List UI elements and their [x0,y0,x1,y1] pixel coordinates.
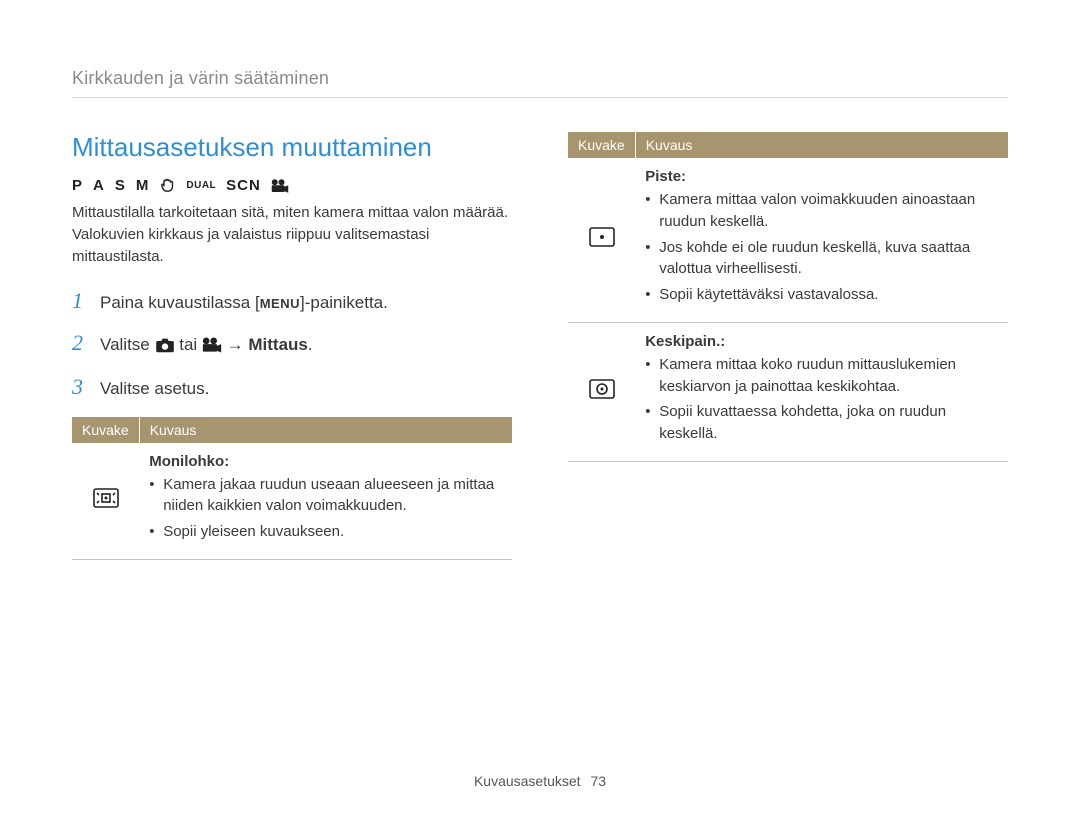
cell-desc: Piste: Kamera mittaa valon voimakkuuden … [635,158,1008,322]
step-3: 3 Valitse asetus. [72,371,512,403]
list-item: Sopii yleiseen kuvaukseen. [149,521,502,543]
arrow-icon: → [227,335,249,354]
footer-section: Kuvausasetukset [474,773,581,789]
col-icon: Kuvake [568,132,635,158]
step-1-b: ]-painiketta. [300,293,388,312]
movie-icon [271,179,289,193]
mode-s: S [115,177,126,194]
mode-dual: DUAL [186,180,216,191]
step-2-a: Valitse [100,335,155,354]
step-2-b: tai [179,335,202,354]
list-item: Sopii kuvattaessa kohdetta, joka on ruud… [645,401,998,445]
step-2: 2 Valitse tai → Mittaus. [72,327,512,361]
mode-a: A [93,177,105,194]
step-number: 1 [72,285,88,317]
step-2-d: . [308,335,313,354]
step-number: 3 [72,371,88,403]
breadcrumb: Kirkkauden ja värin säätäminen [72,68,1008,98]
mode-m: M [136,177,150,194]
list-item: Kamera mittaa valon voimakkuuden ainoast… [645,189,998,233]
right-column: Kuvake Kuvaus Piste: Kamera mi [568,132,1008,560]
step-text: Paina kuvaustilassa [MENU]-painiketta. [100,291,512,316]
col-desc: Kuvaus [139,417,512,443]
page-title: Mittausasetuksen muuttaminen [72,132,512,163]
table-row: Monilohko: Kamera jakaa ruudun useaan al… [72,443,512,560]
movie-icon [202,336,222,361]
metering-multi-icon [72,443,139,560]
hand-icon [159,177,176,194]
camera-icon [155,336,175,361]
metering-spot-icon [568,158,635,322]
list-item: Sopii käytettäväksi vastavalossa. [645,284,998,306]
step-text: Valitse asetus. [100,377,512,402]
table-row: Keskipain.: Kamera mittaa koko ruudun mi… [568,322,1008,461]
intro-paragraph: Mittaustilalla tarkoitetaan sitä, miten … [72,202,512,267]
table-row: Piste: Kamera mittaa valon voimakkuuden … [568,158,1008,322]
row-title: Piste: [645,168,998,185]
page-footer: Kuvausasetukset 73 [0,773,1080,789]
mode-p: P [72,177,83,194]
bullet-list: Kamera mittaa valon voimakkuuden ainoast… [645,189,998,306]
metering-table-right: Kuvake Kuvaus Piste: Kamera mi [568,132,1008,462]
page-number: 73 [590,773,606,789]
col-desc: Kuvaus [635,132,1008,158]
step-number: 2 [72,327,88,359]
list-item: Kamera mittaa koko ruudun mittauslukemie… [645,354,998,398]
cell-desc: Monilohko: Kamera jakaa ruudun useaan al… [139,443,512,560]
menu-label: MENU [260,295,300,314]
row-title: Monilohko: [149,453,502,470]
mode-scn: SCN [226,177,261,194]
list-item: Kamera jakaa ruudun useaan alueeseen ja … [149,474,502,518]
cell-desc: Keskipain.: Kamera mittaa koko ruudun mi… [635,322,1008,461]
step-1: 1 Paina kuvaustilassa [MENU]-painiketta. [72,285,512,317]
step-2-target: Mittaus [248,335,308,354]
content-columns: Mittausasetuksen muuttaminen P A S M DUA… [72,132,1008,560]
metering-table-left: Kuvake Kuvaus Monilohko: [72,417,512,560]
bullet-list: Kamera jakaa ruudun useaan alueeseen ja … [149,474,502,543]
steps-list: 1 Paina kuvaustilassa [MENU]-painiketta.… [72,285,512,402]
col-icon: Kuvake [72,417,139,443]
left-column: Mittausasetuksen muuttaminen P A S M DUA… [72,132,512,560]
mode-row: P A S M DUAL SCN [72,177,512,194]
list-item: Jos kohde ei ole ruudun keskellä, kuva s… [645,237,998,281]
step-1-a: Paina kuvaustilassa [ [100,293,260,312]
metering-center-icon [568,322,635,461]
step-text: Valitse tai → Mittaus. [100,333,512,361]
bullet-list: Kamera mittaa koko ruudun mittauslukemie… [645,354,998,445]
row-title: Keskipain.: [645,333,998,350]
